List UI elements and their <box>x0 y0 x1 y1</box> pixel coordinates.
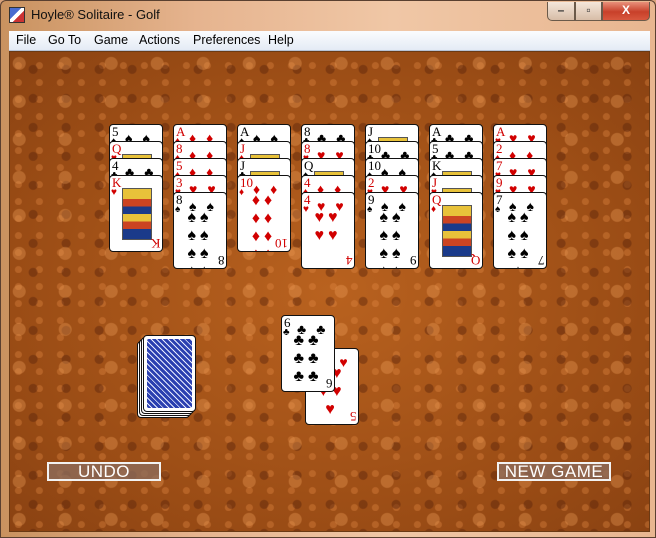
suit-icon: ♠ <box>495 204 501 215</box>
card-rank-bottom: Q <box>470 253 480 268</box>
suit-icon: ♦ <box>239 187 245 198</box>
card-rank-bottom: 10 <box>275 236 288 251</box>
suit-pips-icon: ♥♥♥♥ <box>314 209 342 244</box>
close-button[interactable]: X <box>602 2 650 21</box>
face-card-art-icon <box>442 205 472 257</box>
close-icon: X <box>621 3 630 17</box>
maximize-icon: ▫ <box>586 3 591 17</box>
minimize-icon: – <box>557 3 565 17</box>
card-rank-bottom: 9 <box>409 253 417 268</box>
suit-icon: ♠ <box>367 204 373 215</box>
face-card-art-icon <box>122 188 152 240</box>
card[interactable]: 4 ♥ ♥♥ ♥♥♥♥ 4 <box>301 192 355 269</box>
menu-actions[interactable]: Actions <box>139 33 180 47</box>
suit-icon: ♠ <box>175 204 181 215</box>
card-back[interactable] <box>143 335 196 412</box>
menu-file[interactable]: File <box>16 33 36 47</box>
minimize-button[interactable]: – <box>547 2 575 21</box>
title-bar: Hoyle® Solitaire - Golf – ▫ X <box>1 1 656 31</box>
card-rank-bottom: 6 <box>325 376 333 391</box>
card-rank-bottom: 8 <box>217 253 225 268</box>
new-game-button[interactable]: NEW GAME <box>497 462 611 481</box>
suit-pips-icon: ♦♦♦♦♦♦♦♦♦♦ <box>251 192 277 251</box>
suit-pips-icon: ♠♠♠♠♠♠♠♠♠ <box>379 209 405 268</box>
menu-game[interactable]: Game <box>94 33 128 47</box>
card-rank-bottom: 7 <box>537 253 545 268</box>
suit-pips-icon: ♠♠♠♠♠♠♠ <box>507 209 533 268</box>
card-rank-bottom: K <box>150 236 160 251</box>
suit-icon: ♦ <box>431 204 437 215</box>
card[interactable]: K ♥ K <box>109 175 163 252</box>
suit-pips-icon: ♣♣♣♣♣♣ <box>293 332 323 385</box>
suit-icon: ♥ <box>303 204 309 215</box>
window-title: Hoyle® Solitaire - Golf <box>31 7 160 22</box>
card[interactable]: 10♦♦♦♦♦♦♦♦♦♦♦♦♦10 <box>237 175 291 252</box>
card-rank-bottom: 5 <box>349 409 357 424</box>
card-rank-bottom: 4 <box>345 253 353 268</box>
maximize-button[interactable]: ▫ <box>575 2 602 21</box>
card[interactable]: 9♠♠♠♠♠♠♠♠♠♠♠♠9 <box>365 192 419 269</box>
card[interactable]: 8♠♠♠♠♠♠♠♠♠♠♠8 <box>173 192 227 269</box>
suit-pips-icon: ♠♠♠♠♠♠♠♠ <box>187 209 213 268</box>
suit-icon: ♣ <box>283 327 290 338</box>
menu-help[interactable]: Help <box>268 33 294 47</box>
suit-icon: ♥ <box>111 187 117 198</box>
app-window: Hoyle® Solitaire - Golf – ▫ X File Go To… <box>0 0 656 538</box>
app-icon <box>9 7 25 23</box>
card[interactable]: 7♠♠♠♠♠♠♠♠♠♠7 <box>493 192 547 269</box>
menu-go-to[interactable]: Go To <box>48 33 81 47</box>
game-table: 5♠♠♠Q♥4♣♣♣K♥KA♦♦♦8♦♦♦5♦♦♦3♥♥♥8♠♠♠♠♠♠♠♠♠♠… <box>9 51 650 532</box>
menu-preferences[interactable]: Preferences <box>193 33 260 47</box>
menu-bar: File Go To Game Actions Preferences Help <box>9 31 650 51</box>
card[interactable]: Q ♦ Q <box>429 192 483 269</box>
card[interactable]: 6 ♣ ♣♣ ♣♣♣♣♣♣ 6 <box>281 315 335 392</box>
undo-button[interactable]: UNDO <box>47 462 161 481</box>
